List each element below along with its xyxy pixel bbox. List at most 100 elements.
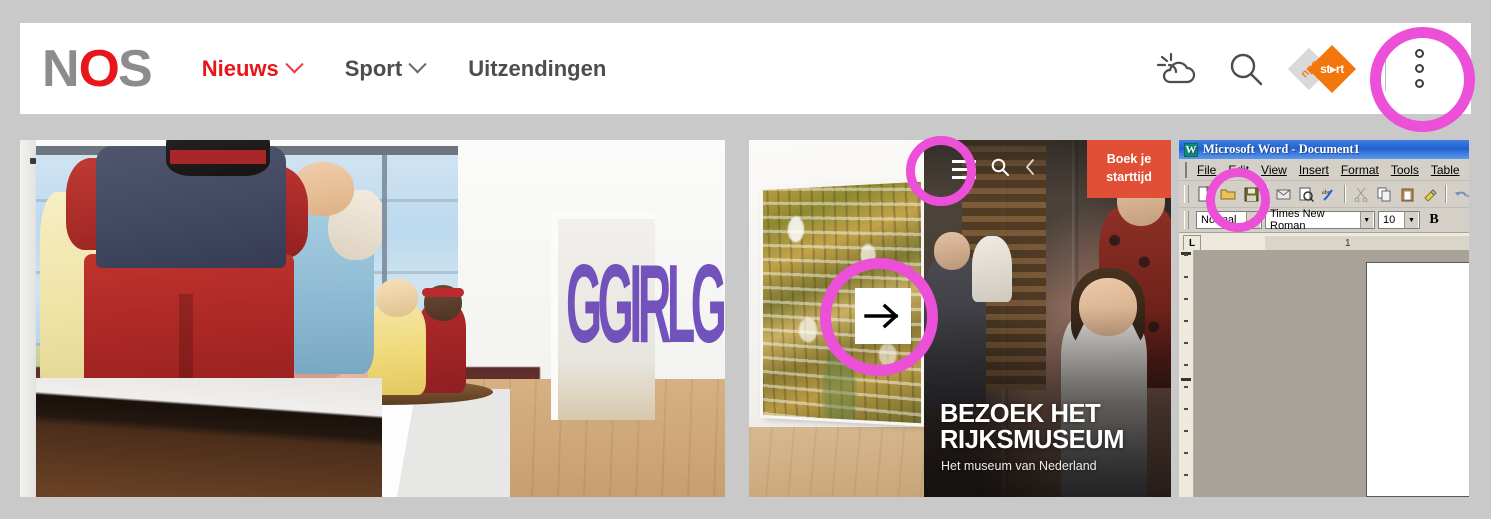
save-icon[interactable]: [1240, 183, 1262, 205]
npo-start-logo[interactable]: npo st▸rt: [1287, 44, 1358, 93]
copy-icon[interactable]: [1373, 183, 1395, 205]
font-size-dropdown[interactable]: 10 ▼: [1378, 211, 1420, 229]
email-icon[interactable]: [1272, 183, 1294, 205]
formatbar-grip[interactable]: [1184, 211, 1189, 229]
word-title-bar: W Microsoft Word - Document1: [1179, 140, 1479, 159]
weather-icon[interactable]: [1154, 52, 1200, 86]
word-menu-bar: File Edit View Insert Format Tools Table…: [1179, 159, 1479, 181]
nos-logo-o: O: [78, 39, 119, 98]
menu-item-insert[interactable]: Insert: [1293, 161, 1335, 179]
bold-button[interactable]: B: [1423, 210, 1445, 230]
arrow-right-icon: [864, 303, 899, 329]
hamburger-menu-icon[interactable]: [952, 159, 976, 179]
gallery-left-wall-edge: [20, 140, 36, 497]
word-page-canvas[interactable]: [1366, 262, 1479, 497]
rijksmuseum-title-line2: RIJKSMUSEUM: [940, 425, 1125, 454]
format-painter-icon[interactable]: [1419, 183, 1441, 205]
new-document-icon[interactable]: [1194, 183, 1216, 205]
word-formatting-toolbar: Normal ▼ Times New Roman ▼ 10 ▼ B: [1179, 208, 1479, 233]
ruler-scale: 1: [1265, 236, 1479, 250]
chevron-left-icon[interactable]: [1024, 158, 1037, 181]
word-app-icon: W: [1184, 142, 1198, 157]
gallery-wall-fixture: [30, 158, 36, 164]
menu-table-label: Table: [1430, 162, 1460, 177]
menu-view-label: View: [1261, 162, 1287, 177]
nav-item-sport[interactable]: Sport: [344, 55, 427, 82]
spelling-check-icon[interactable]: abc: [1318, 183, 1340, 205]
nav-item-sport-label: Sport: [344, 55, 403, 81]
panel-gap: [1171, 140, 1179, 497]
vruler-mark-top: [1181, 252, 1191, 255]
hamburger-line-2: [952, 167, 976, 171]
search-icon[interactable]: [990, 157, 1010, 182]
microsoft-word-window[interactable]: W Microsoft Word - Document1 File Edit V…: [1179, 140, 1479, 497]
nav-item-uitzendingen[interactable]: Uitzendingen: [468, 56, 606, 82]
museum-gallery-photo[interactable]: GGIRLGIIIF: [20, 140, 725, 497]
toolbar-separator: [1266, 185, 1268, 203]
nav-item-uitzendingen-label: Uitzendingen: [468, 55, 607, 81]
sculpture-yellow-child-head: [376, 279, 418, 317]
chevron-down-icon: ▼: [1359, 212, 1373, 228]
toolbar-grip[interactable]: [1184, 185, 1189, 203]
word-document-area[interactable]: [1179, 250, 1479, 497]
word-title-text: Microsoft Word - Document1: [1203, 142, 1360, 156]
cut-icon[interactable]: [1350, 183, 1372, 205]
nav-item-nieuws-label: Nieuws: [201, 55, 279, 81]
rijksmuseum-title-line1: BEZOEK HET: [940, 399, 1101, 428]
toolbar-separator: [1344, 185, 1346, 203]
carousel-next-button[interactable]: [855, 288, 911, 344]
open-folder-icon[interactable]: [1217, 183, 1239, 205]
painting-gallery-floor: [749, 427, 924, 497]
menu-item-format[interactable]: Format: [1335, 161, 1385, 179]
nos-logo-s: S: [118, 39, 153, 98]
tab-stop-selector[interactable]: L: [1183, 234, 1201, 252]
kebab-dot-3: [1415, 79, 1424, 88]
font-dropdown[interactable]: Times New Roman ▼: [1265, 208, 1375, 232]
gallery-foreground-figures: [20, 140, 382, 497]
rijksmuseum-banner[interactable]: Boek je starttijd BEZOEK HET RIJKSMUSEUM…: [924, 140, 1171, 497]
menu-item-tools[interactable]: Tools: [1385, 161, 1425, 179]
menu-item-edit[interactable]: Edit: [1222, 161, 1255, 179]
kebab-dot-2: [1415, 64, 1424, 73]
chevron-down-icon: ▼: [1404, 212, 1418, 228]
nos-logo[interactable]: NOS: [42, 39, 153, 98]
content-strip: GGIRLGIIIF: [20, 140, 1479, 497]
ruler-mark-1: 1: [1345, 237, 1351, 249]
style-dropdown-value: Normal: [1201, 214, 1237, 226]
word-vertical-ruler: [1179, 250, 1194, 497]
nav-item-nieuws[interactable]: Nieuws: [201, 55, 304, 82]
nos-site-header: NOS Nieuws Sport Uitzendingen st▸rt: [20, 23, 1471, 114]
kebab-dot-1: [1415, 49, 1424, 58]
menu-edit-label: Edit: [1228, 162, 1250, 177]
menu-item-file[interactable]: File: [1191, 161, 1222, 179]
foreground-sculpture: [20, 140, 382, 497]
hamburger-line-3: [952, 175, 976, 179]
menu-item-view[interactable]: View: [1255, 161, 1293, 179]
menu-tools-label: Tools: [1390, 162, 1419, 177]
toolbar-separator: [1445, 185, 1447, 203]
style-dropdown[interactable]: Normal ▼: [1196, 211, 1262, 229]
word-document-icon: [1185, 161, 1187, 178]
font-dropdown-value: Times New Roman: [1270, 208, 1325, 232]
nos-logo-n: N: [42, 39, 80, 98]
rijks-marble-bust: [972, 236, 1012, 302]
doorway-purple-lettering: GGIRLGIIIF: [566, 242, 725, 367]
paste-icon[interactable]: [1396, 183, 1418, 205]
chevron-down-icon: [285, 55, 304, 74]
main-navigation: Nieuws Sport Uitzendingen: [201, 55, 606, 82]
rijksmuseum-title: BEZOEK HET RIJKSMUSEUM: [940, 399, 1125, 454]
foreground-plinth-edge: [20, 378, 382, 497]
word-right-edge: [1469, 140, 1479, 497]
print-preview-icon[interactable]: [1295, 183, 1317, 205]
vruler-mark-mid: [1181, 378, 1191, 381]
header-actions: npo st▸rt: [1154, 44, 1426, 93]
menu-insert-label: Insert: [1298, 162, 1329, 177]
gallery-doorway: GGIRLGIIIF: [551, 212, 725, 420]
menu-item-table[interactable]: Table: [1425, 161, 1466, 179]
kebab-menu-icon[interactable]: [1413, 47, 1426, 90]
search-icon[interactable]: [1227, 50, 1265, 88]
boek-starttijd-button[interactable]: Boek je starttijd: [1087, 140, 1171, 199]
word-standard-toolbar: abc: [1179, 181, 1479, 208]
menu-format-label: Format: [1340, 162, 1379, 177]
sculpture-red-headband: [422, 288, 464, 297]
